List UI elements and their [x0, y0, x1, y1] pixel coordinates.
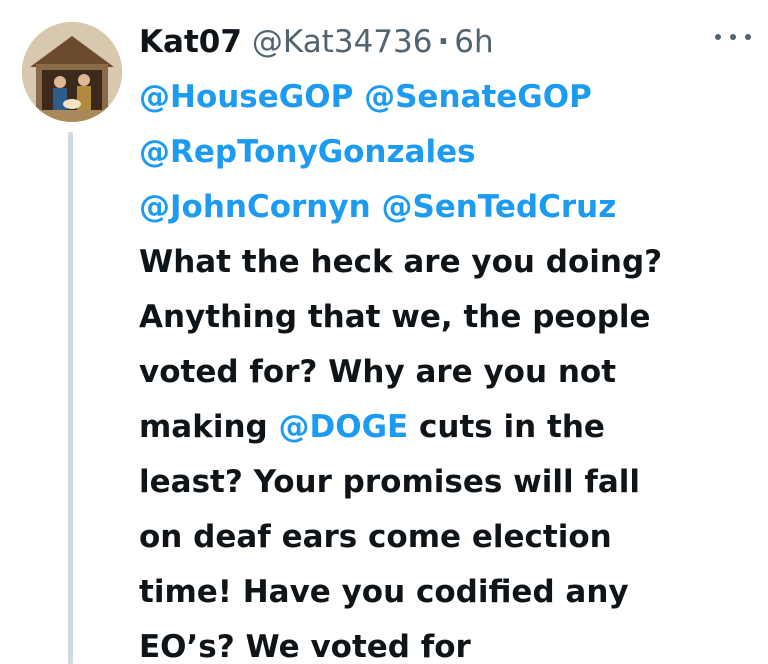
more-dot: [715, 34, 721, 40]
author-handle[interactable]: @Kat34736: [252, 14, 433, 70]
mention-link[interactable]: @SenateGOP: [364, 79, 592, 115]
timestamp[interactable]: 6h: [454, 14, 493, 70]
text-line: Anything that we, the people: [139, 299, 651, 335]
tweet-header: Kat07 @Kat34736 · 6h: [139, 14, 751, 70]
text-line: @RepTonyGonzales: [139, 125, 751, 180]
text-line: least? Your promises will fall: [139, 464, 641, 500]
text-segment: making: [139, 409, 279, 445]
text-line: voted for? Why are you not: [139, 354, 617, 390]
text-line: time! Have you codified any: [139, 574, 629, 610]
author-name[interactable]: Kat07: [139, 14, 242, 70]
text-line: @JohnCornyn @SenTedCruz: [139, 180, 751, 235]
separator: ·: [437, 24, 450, 60]
text-line: What the heck are you doing?: [139, 244, 663, 280]
thread-line: [68, 132, 73, 664]
text-line: making @DOGE cuts in the: [139, 400, 751, 455]
text-line: EO’s? We voted for: [139, 629, 471, 664]
mention-link[interactable]: @RepTonyGonzales: [139, 134, 476, 170]
mention-link[interactable]: @HouseGOP: [139, 79, 353, 115]
tweet-content: Kat07 @Kat34736 · 6h @HouseGOP @SenateGO…: [139, 14, 751, 664]
mention-link[interactable]: @DOGE: [279, 409, 409, 445]
avatar-image: [22, 22, 122, 122]
more-dot: [730, 34, 736, 40]
tweet[interactable]: Kat07 @Kat34736 · 6h @HouseGOP @SenateGO…: [0, 0, 768, 664]
avatar[interactable]: [22, 22, 122, 122]
text-line: on deaf ears come election: [139, 519, 612, 555]
more-dot: [745, 34, 751, 40]
more-options-icon[interactable]: [715, 26, 751, 48]
tweet-text: @HouseGOP @SenateGOP @RepTonyGonzales @J…: [139, 70, 751, 664]
text-segment: cuts in the: [408, 409, 605, 445]
text-line: @HouseGOP @SenateGOP: [139, 70, 751, 125]
mention-link[interactable]: @SenTedCruz: [381, 189, 616, 225]
mention-link[interactable]: @JohnCornyn: [139, 189, 371, 225]
